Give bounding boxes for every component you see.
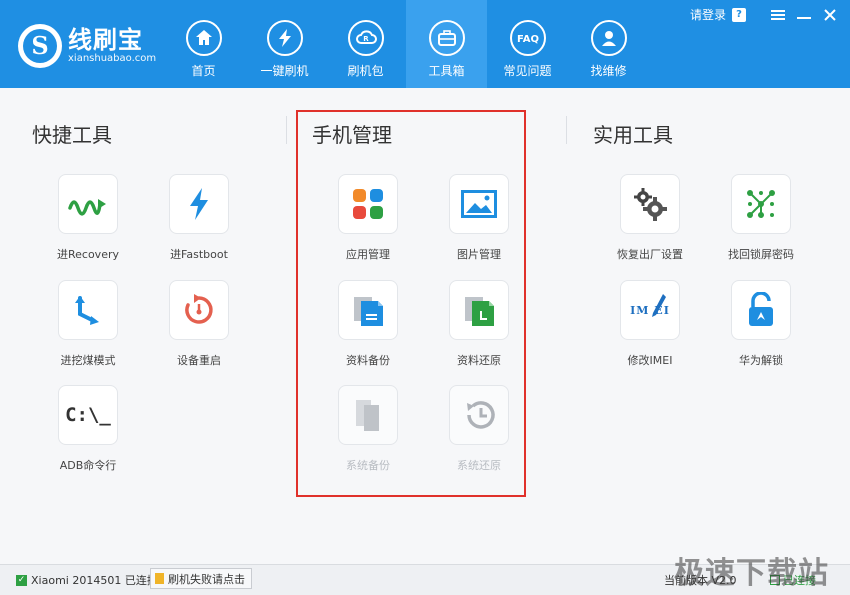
logo-icon: S [18,24,62,68]
tab-label: 常见问题 [503,64,552,78]
tool-modify-imei[interactable]: IM EI 修改IMEI [610,280,690,368]
app-domain: xianshuabao.com [68,53,157,64]
device-status: ✓ Xiaomi 2014501 已连接 [16,572,158,588]
tab-rom-package[interactable]: R 刷机包 [325,0,406,88]
tool-enter-recovery[interactable]: 进Recovery [48,174,128,262]
watermark: 极速下载站 [674,556,829,591]
check-icon: ✓ [16,574,27,586]
tool-huawei-unlock[interactable]: 华为解锁 [721,280,801,368]
section-title-quick-tools: 快捷工具 [32,123,112,147]
tool-download-mode[interactable]: 进挖煤模式 [48,280,128,368]
tab-home[interactable]: 首页 [163,0,244,88]
svg-text:R: R [363,35,369,43]
tab-toolbox[interactable]: 工具箱 [406,0,487,88]
fastboot-icon [169,174,229,234]
section-title-utility-tools: 实用工具 [593,123,673,147]
divider [566,116,567,144]
tab-label: 一键刷机 [260,64,309,78]
tab-label: 工具箱 [428,64,465,78]
window-controls: 请登录 ? [690,6,838,23]
pattern-lock-icon [731,174,791,234]
adb-terminal-icon: C:\_ [58,385,118,445]
warning-icon [155,573,164,584]
adb-glyph: C:\_ [65,404,111,426]
tool-label: 找回锁屏密码 [728,248,794,261]
close-icon[interactable] [822,7,838,23]
tab-label: 首页 [191,64,216,78]
tool-enter-fastboot[interactable]: 进Fastboot [159,174,239,262]
help-icon[interactable]: ? [732,7,746,22]
download-mode-icon [58,280,118,340]
tool-label: 华为解锁 [739,354,783,367]
app-logo: S 线刷宝 xianshuabao.com [18,24,156,68]
title-bar: S 线刷宝 xianshuabao.com 首页 一键刷机 R 刷机包 工具箱 … [0,0,850,88]
tool-label: 恢复出厂设置 [617,248,683,261]
factory-reset-gear-icon [620,174,680,234]
lightning-icon [266,20,303,56]
svg-text:FAQ: FAQ [517,34,539,45]
menu-icon[interactable] [770,7,786,23]
tool-label: 进Recovery [56,248,119,261]
tool-label: 进Fastboot [170,248,228,261]
restart-icon [169,280,229,340]
package-cloud-icon: R [347,20,384,56]
highlight-box [296,110,526,497]
flash-failed-help-button[interactable]: 刷机失败请点击 [150,568,252,589]
tab-label: 刷机包 [347,64,384,78]
tool-factory-reset[interactable]: 恢复出厂设置 [610,174,690,262]
minimize-icon[interactable] [796,7,812,23]
imei-edit-icon: IM EI [620,280,680,340]
tab-find-repair[interactable]: 找维修 [568,0,649,88]
toolbox-icon [428,20,465,56]
repair-person-icon [590,20,627,56]
tool-label: 修改IMEI [627,354,673,367]
tool-label: 进挖煤模式 [60,354,116,367]
login-link[interactable]: 请登录 [690,6,726,23]
tool-device-restart[interactable]: 设备重启 [159,280,239,368]
app-name: 线刷宝 [68,26,143,54]
tool-adb-terminal[interactable]: C:\_ ADB命令行 [48,385,128,473]
tool-label: ADB命令行 [59,459,117,472]
faq-icon: FAQ [509,20,546,56]
flash-failed-label: 刷机失败请点击 [168,572,245,586]
huawei-unlock-icon [731,280,791,340]
tool-recover-lock-password[interactable]: 找回锁屏密码 [721,174,801,262]
tab-one-click-flash[interactable]: 一键刷机 [244,0,325,88]
device-status-text: Xiaomi 2014501 已连接 [31,574,158,587]
tool-label: 设备重启 [177,354,221,367]
home-icon [185,20,222,56]
tab-faq[interactable]: FAQ 常见问题 [487,0,568,88]
divider [286,116,287,144]
recovery-icon [58,174,118,234]
main-nav: 首页 一键刷机 R 刷机包 工具箱 FAQ 常见问题 找维修 [163,0,649,88]
tab-label: 找维修 [590,64,627,78]
